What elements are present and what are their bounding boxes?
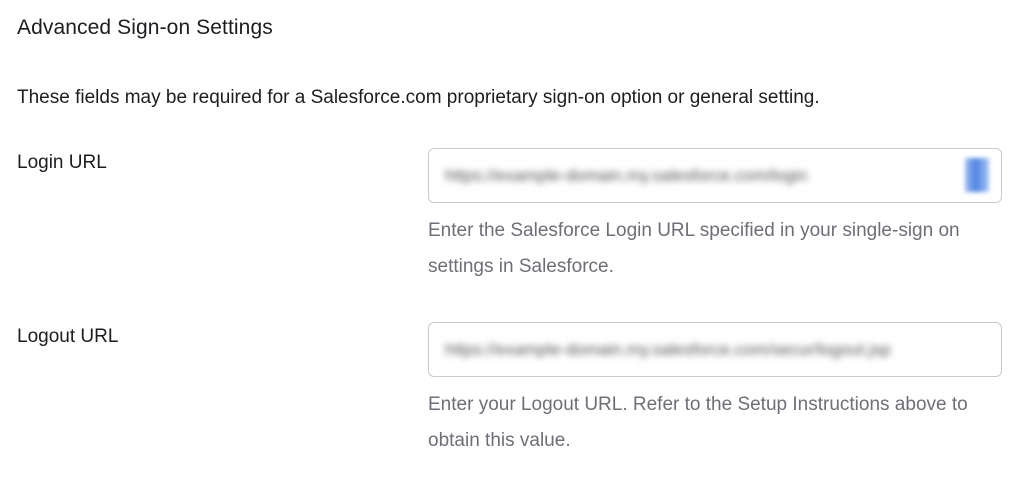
logout-url-help-text: Enter your Logout URL. Refer to the Setu… bbox=[428, 394, 968, 451]
login-url-label: Login URL bbox=[17, 152, 107, 173]
logout-url-label: Logout URL bbox=[17, 326, 119, 347]
logout-url-input[interactable] bbox=[429, 323, 1001, 376]
section-description: These fields may be required for a Sales… bbox=[17, 87, 820, 108]
logout-url-field-box bbox=[428, 322, 1002, 377]
text-cursor-highlight bbox=[965, 158, 989, 192]
login-url-field-box bbox=[428, 148, 1002, 203]
login-url-input[interactable] bbox=[429, 149, 1001, 202]
section-title: Advanced Sign-on Settings bbox=[17, 16, 273, 39]
login-url-help-text: Enter the Salesforce Login URL specified… bbox=[428, 220, 960, 277]
